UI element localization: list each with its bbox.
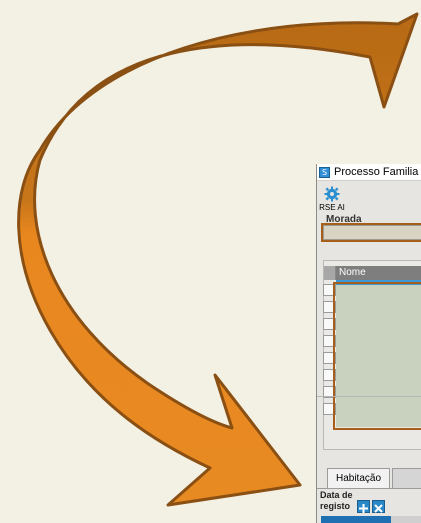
- tab-strip-line: [317, 488, 421, 489]
- gear-icon: [324, 186, 340, 202]
- morada-input[interactable]: [323, 225, 421, 240]
- grid-row-selector[interactable]: [323, 335, 336, 347]
- date-field-bar[interactable]: [321, 516, 391, 523]
- tab-habitacao[interactable]: Habitação: [327, 468, 390, 488]
- processo-familia-window: S Processo Familia RSE AI Morada Nome Ha…: [316, 164, 421, 523]
- window-titlebar: S Processo Familia: [317, 164, 421, 181]
- plus-icon: [359, 504, 368, 513]
- rse-ai-button[interactable]: RSE AI: [319, 184, 345, 212]
- morada-label: Morada: [326, 214, 362, 225]
- grid-row-selector[interactable]: [323, 403, 336, 415]
- window-title: Processo Familia: [334, 166, 419, 178]
- rse-ai-label: RSE AI: [319, 203, 345, 212]
- delete-button[interactable]: [372, 500, 385, 513]
- app-icon: S: [319, 167, 330, 178]
- add-button[interactable]: [357, 500, 370, 513]
- grid-row-selector[interactable]: [323, 318, 336, 330]
- divider: [317, 396, 421, 398]
- grid-row-selector[interactable]: [323, 301, 336, 313]
- grid-row-selector[interactable]: [323, 369, 336, 381]
- data-registo-label: Data de registo: [320, 490, 353, 511]
- grid-body[interactable]: [336, 285, 421, 427]
- tab-next[interactable]: [392, 468, 421, 488]
- grid-column-nome[interactable]: Nome: [339, 267, 366, 278]
- date-field-bar-secondary: [391, 516, 421, 523]
- grid-row-selector[interactable]: [323, 352, 336, 364]
- close-icon: [374, 504, 383, 513]
- grid-row-selector[interactable]: [323, 284, 336, 296]
- tab-habitacao-label: Habitação: [335, 473, 382, 484]
- grid-corner: [324, 266, 336, 280]
